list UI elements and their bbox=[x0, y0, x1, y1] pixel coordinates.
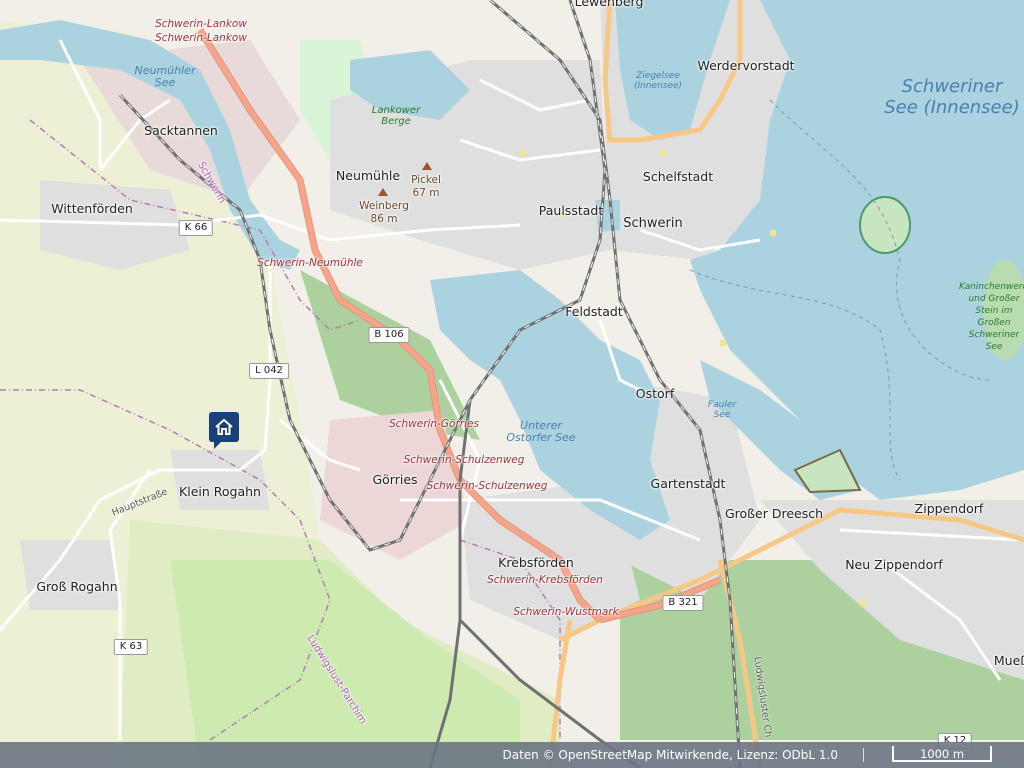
home-icon bbox=[215, 418, 233, 435]
lake-label: Ziegelsee (Innensee) bbox=[633, 71, 683, 91]
location-marker[interactable] bbox=[209, 412, 239, 449]
place-label: Lewenberg bbox=[574, 0, 644, 9]
road-shield: K 66 bbox=[178, 220, 214, 236]
lake-label: Fauler See bbox=[707, 400, 737, 420]
road-shield: K 63 bbox=[113, 639, 149, 655]
peak-elevation: 67 m bbox=[412, 187, 440, 199]
place-label: Paulsstadt bbox=[538, 203, 604, 218]
place-label: Sacktannen bbox=[144, 123, 218, 138]
peak-elevation: 86 m bbox=[370, 213, 398, 225]
lake-label: Schweriner See (Innensee) bbox=[884, 76, 1020, 118]
place-label: Görries bbox=[372, 472, 418, 487]
station-label: Schwerin-Wustmark bbox=[513, 606, 619, 618]
peak-label: Weinberg bbox=[359, 200, 409, 212]
station-label: Schwerin-Lankow bbox=[155, 32, 247, 44]
place-label: Mueß bbox=[993, 653, 1024, 668]
station-label: Schwerin-Schulzenweg bbox=[426, 480, 548, 492]
island-label: Kaninchenwerder und Großer Stein im Groß… bbox=[959, 282, 1024, 352]
station-label: Schwerin-Lankow bbox=[155, 18, 247, 30]
attribution-divider bbox=[863, 748, 864, 762]
map-canvas[interactable]: Lewenberg Werdervorstadt Schweriner See … bbox=[0, 0, 1024, 768]
place-label: Schelfstadt bbox=[642, 169, 714, 184]
place-label: Zippendorf bbox=[914, 501, 984, 516]
attribution-text[interactable]: Daten © OpenStreetMap Mitwirkende, Lizen… bbox=[502, 742, 838, 768]
place-label: Feldstadt bbox=[565, 304, 623, 319]
road-shield: L 042 bbox=[249, 363, 289, 379]
place-label: Groß Rogahn bbox=[36, 579, 118, 594]
station-label: Schwerin-Schulzenweg bbox=[403, 454, 525, 466]
place-label: Krebsförden bbox=[498, 555, 574, 570]
station-label: Schwerin-Krebsförden bbox=[487, 574, 603, 586]
place-label: Werdervorstadt bbox=[697, 58, 795, 73]
road-shield: B 321 bbox=[662, 595, 704, 611]
lake-label: Neumühler See bbox=[134, 64, 196, 89]
station-label: Schwerin-Neumühle bbox=[257, 257, 363, 269]
road-shield: B 106 bbox=[368, 327, 410, 343]
station-label: Schwerin-Görries bbox=[389, 418, 479, 430]
lake-label: Unterer Ostorfer See bbox=[506, 419, 576, 444]
place-label: Klein Rogahn bbox=[179, 484, 261, 499]
place-label: Neu Zippendorf bbox=[845, 557, 943, 572]
place-label: Großer Dreesch bbox=[724, 506, 824, 521]
city-label: Schwerin bbox=[623, 216, 683, 231]
park-label: Lankower Berge bbox=[371, 105, 421, 127]
attribution-bar: Daten © OpenStreetMap Mitwirkende, Lizen… bbox=[0, 742, 1024, 768]
place-label: Neumühle bbox=[335, 168, 401, 183]
map-tiles bbox=[0, 0, 1024, 768]
peak-label: Pickel bbox=[411, 174, 441, 186]
place-label: Gartenstadt bbox=[650, 476, 726, 491]
place-label: Ostorf bbox=[635, 386, 675, 401]
scale-bar: 1000 m bbox=[892, 746, 992, 762]
place-label: Wittenförden bbox=[51, 201, 133, 216]
